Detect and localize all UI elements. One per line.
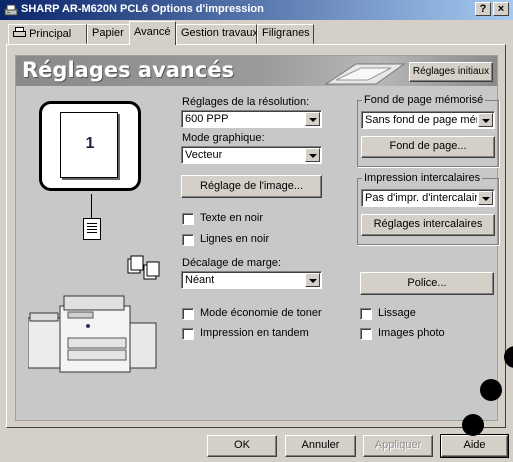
toner-save-label: Mode économie de toner xyxy=(200,307,322,319)
tab-label: Avancé xyxy=(134,26,171,38)
resolution-label: Réglages de la résolution: xyxy=(182,96,310,108)
photo-images-label: Images photo xyxy=(378,327,445,339)
ok-button[interactable]: OK xyxy=(207,435,277,457)
title-bar: SHARP AR-M620N PCL6 Options d'impression… xyxy=(0,0,513,20)
tab-gestion-travaux[interactable]: Gestion travaux xyxy=(176,24,259,44)
insert-printing-group: Impression intercalaires Pas d'impr. d'i… xyxy=(357,172,499,245)
chevron-down-icon[interactable] xyxy=(478,113,493,127)
help-title-button[interactable]: ? xyxy=(475,2,491,16)
smoothing-label: Lissage xyxy=(378,307,416,319)
margin-shift-label: Décalage de marge: xyxy=(182,257,282,269)
printer-app-icon xyxy=(4,4,18,16)
stored-overlay-select[interactable]: Sans fond de page mémo. xyxy=(361,111,495,129)
tab-label: Principal xyxy=(29,28,72,40)
stacked-pages-icon xyxy=(127,255,160,280)
margin-shift-value: Néant xyxy=(185,274,215,286)
font-button[interactable]: Police... xyxy=(360,272,494,295)
tab-principal[interactable]: Principal xyxy=(8,24,87,44)
document-icon xyxy=(83,218,101,240)
tab-label: Papier xyxy=(92,27,124,39)
stored-overlay-value: Sans fond de page mémo. xyxy=(365,114,477,126)
graphics-mode-select[interactable]: Vecteur xyxy=(181,146,322,164)
margin-shift-select[interactable]: Néant xyxy=(181,271,322,289)
help-button[interactable]: Aide xyxy=(440,434,509,458)
tandem-checkbox[interactable] xyxy=(182,328,194,340)
graphics-mode-value: Vecteur xyxy=(185,149,223,161)
insert-settings-button[interactable]: Réglages intercalaires xyxy=(361,214,495,236)
lines-black-label: Lignes en noir xyxy=(200,233,270,245)
printer-icon xyxy=(13,27,26,37)
smoothing-checkbox[interactable] xyxy=(360,308,372,320)
chevron-down-icon[interactable] xyxy=(478,191,493,205)
stored-overlay-group: Fond de page mémorisé Sans fond de page … xyxy=(357,94,499,167)
tab-avance[interactable]: Avancé xyxy=(129,21,176,45)
chevron-down-icon[interactable] xyxy=(305,273,320,287)
marker-dot xyxy=(480,379,502,401)
text-black-checkbox[interactable] xyxy=(182,213,194,225)
text-black-label: Texte en noir xyxy=(200,212,263,224)
preview-page: 1 xyxy=(60,112,118,178)
tab-label: Gestion travaux xyxy=(181,27,259,39)
close-button[interactable]: × xyxy=(493,2,509,16)
resolution-value: 600 PPP xyxy=(185,113,229,125)
connector-line xyxy=(91,194,92,218)
photo-images-checkbox[interactable] xyxy=(360,328,372,340)
insert-printing-value: Pas d'impr. d'intercalaires xyxy=(365,192,477,204)
tab-panel: Réglages avancés Réglages initiaux 1 Rég… xyxy=(6,44,506,428)
marker-dot xyxy=(462,414,484,436)
toner-save-checkbox[interactable] xyxy=(182,308,194,320)
image-settings-button[interactable]: Réglage de l'image... xyxy=(181,175,322,198)
paper-sheet-graphic xyxy=(324,63,406,85)
resolution-select[interactable]: 600 PPP xyxy=(181,110,322,128)
chevron-down-icon[interactable] xyxy=(305,112,320,126)
page-title: Réglages avancés xyxy=(22,58,235,82)
graphics-mode-label: Mode graphique: xyxy=(182,132,265,144)
tab-papier[interactable]: Papier xyxy=(87,24,131,44)
apply-button[interactable]: Appliquer xyxy=(363,435,433,457)
print-options-dialog: SHARP AR-M620N PCL6 Options d'impression… xyxy=(0,0,513,462)
tandem-label: Impression en tandem xyxy=(200,327,309,339)
defaults-button[interactable]: Réglages initiaux xyxy=(409,62,493,82)
lines-black-checkbox[interactable] xyxy=(182,234,194,246)
overlay-button[interactable]: Fond de page... xyxy=(361,136,495,158)
insert-printing-title: Impression intercalaires xyxy=(362,172,483,184)
tab-label: Filigranes xyxy=(262,27,310,39)
window-title: SHARP AR-M620N PCL6 Options d'impression xyxy=(21,3,264,15)
banner: Réglages avancés Réglages initiaux xyxy=(16,56,497,86)
cancel-button[interactable]: Annuler xyxy=(285,435,356,457)
chevron-down-icon[interactable] xyxy=(305,148,320,162)
tab-filigranes[interactable]: Filigranes xyxy=(257,24,314,44)
copier-machine-image xyxy=(28,295,157,373)
stored-overlay-title: Fond de page mémorisé xyxy=(362,94,486,106)
page-preview: 1 xyxy=(39,101,141,191)
insert-printing-select[interactable]: Pas d'impr. d'intercalaires xyxy=(361,189,495,207)
preview-page-number: 1 xyxy=(85,135,95,152)
advanced-settings-area: Réglages avancés Réglages initiaux 1 Rég… xyxy=(15,55,499,421)
